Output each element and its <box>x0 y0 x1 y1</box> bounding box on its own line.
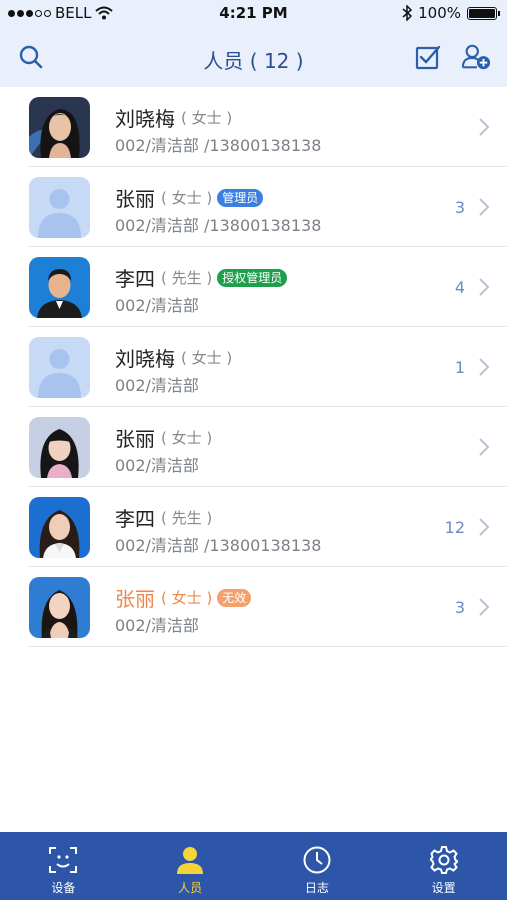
name-line: 刘晓梅 ( 女士 ) <box>115 103 232 132</box>
chevron-right-icon <box>479 278 490 296</box>
add-person-button[interactable] <box>461 42 491 72</box>
chevron-right-icon <box>479 358 490 376</box>
person-row[interactable]: 李四 ( 先生 ) 002/清洁部 /13800138138 12 <box>28 487 507 567</box>
person-details: 002/清洁部 /13800138138 <box>115 216 322 235</box>
person-title: ( 先生 ) <box>161 269 213 287</box>
tab-logs[interactable]: 日志 <box>254 832 381 900</box>
battery-percent: 100% <box>418 4 461 22</box>
record-count: 1 <box>454 358 465 377</box>
gear-icon <box>428 844 460 876</box>
person-details: 002/清洁部 /13800138138 <box>115 136 322 155</box>
avatar <box>29 337 90 398</box>
person-row[interactable]: 张丽 ( 女士 ) 无效 002/清洁部 3 <box>28 567 507 647</box>
batch-select-button[interactable] <box>413 42 443 72</box>
person-title: ( 女士 ) <box>161 429 213 447</box>
name-line: 张丽 ( 女士 ) 管理员 <box>115 183 264 212</box>
person-details: 002/清洁部 /13800138138 <box>115 536 322 555</box>
person-row[interactable]: 刘晓梅 ( 女士 ) 002/清洁部 /13800138138 <box>28 87 507 167</box>
person-name: 李四 <box>115 507 155 531</box>
person-details: 002/清洁部 <box>115 616 199 635</box>
bottom-tab-bar: 设备 人员 日志 设置 <box>0 832 507 900</box>
record-count: 12 <box>444 518 465 537</box>
person-title: ( 女士 ) <box>161 189 213 207</box>
avatar <box>29 97 90 158</box>
page-header: 人员 ( 12 ) <box>0 28 507 86</box>
person-details: 002/清洁部 <box>115 376 199 395</box>
tab-label: 设备 <box>51 881 76 895</box>
tab-devices[interactable]: 设备 <box>0 832 127 900</box>
person-row[interactable]: 张丽 ( 女士 ) 管理员 002/清洁部 /13800138138 3 <box>28 167 507 247</box>
person-name: 刘晓梅 <box>115 347 175 371</box>
clock-icon <box>301 844 333 876</box>
person-row[interactable]: 张丽 ( 女士 ) 002/清洁部 <box>28 407 507 487</box>
person-title: ( 女士 ) <box>181 109 233 127</box>
avatar <box>29 177 90 238</box>
tab-label: 设置 <box>431 881 456 895</box>
role-badge: 授权管理员 <box>217 268 288 287</box>
avatar <box>29 257 90 318</box>
person-title: ( 女士 ) <box>161 589 213 607</box>
record-count: 4 <box>454 278 465 297</box>
chevron-right-icon <box>479 598 490 616</box>
chevron-right-icon <box>479 518 490 536</box>
record-count: 3 <box>454 598 465 617</box>
person-list: 刘晓梅 ( 女士 ) 002/清洁部 /13800138138 张丽 ( 女士 … <box>0 87 507 647</box>
avatar <box>29 497 90 558</box>
avatar <box>29 417 90 478</box>
person-details: 002/清洁部 <box>115 456 199 475</box>
status-bar: BELL 4:21 PM 100% <box>0 0 507 26</box>
checkbox-select-icon <box>415 45 441 70</box>
name-line: 张丽 ( 女士 ) 无效 <box>115 583 252 612</box>
name-line: 张丽 ( 女士 ) <box>115 423 212 452</box>
record-count: 3 <box>454 198 465 217</box>
person-row[interactable]: 刘晓梅 ( 女士 ) 002/清洁部 1 <box>28 327 507 407</box>
tab-label: 日志 <box>304 881 329 895</box>
add-user-icon <box>461 44 491 70</box>
chevron-right-icon <box>479 198 490 216</box>
role-badge: 无效 <box>217 588 252 607</box>
battery-icon <box>467 6 500 20</box>
tab-people[interactable]: 人员 <box>127 832 254 900</box>
chevron-right-icon <box>479 438 490 456</box>
person-title: ( 先生 ) <box>161 509 213 527</box>
name-line: 李四 ( 先生 ) <box>115 503 212 532</box>
bluetooth-icon <box>402 5 413 21</box>
face-scan-icon <box>47 844 79 876</box>
avatar <box>29 577 90 638</box>
role-badge: 管理员 <box>217 188 264 207</box>
chevron-right-icon <box>479 118 490 136</box>
person-name: 张丽 <box>115 587 155 611</box>
status-right: 100% <box>402 4 500 22</box>
tab-settings[interactable]: 设置 <box>380 832 507 900</box>
person-name: 张丽 <box>115 187 155 211</box>
person-details: 002/清洁部 <box>115 296 199 315</box>
person-icon <box>174 844 206 876</box>
person-title: ( 女士 ) <box>181 349 233 367</box>
name-line: 刘晓梅 ( 女士 ) <box>115 343 232 372</box>
tab-label: 人员 <box>178 881 203 895</box>
person-name: 张丽 <box>115 427 155 451</box>
person-name: 李四 <box>115 267 155 291</box>
person-row[interactable]: 李四 ( 先生 ) 授权管理员 002/清洁部 4 <box>28 247 507 327</box>
person-name: 刘晓梅 <box>115 107 175 131</box>
name-line: 李四 ( 先生 ) 授权管理员 <box>115 263 288 292</box>
